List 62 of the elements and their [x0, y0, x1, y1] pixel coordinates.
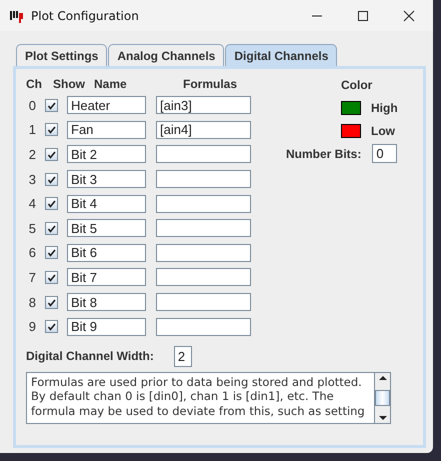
color-swatch[interactable] [341, 124, 361, 138]
tab[interactable]: Plot Settings [16, 44, 108, 66]
name-field[interactable]: Bit 8 [67, 293, 146, 312]
show-checkbox[interactable] [45, 197, 58, 210]
column-header: Ch [25, 77, 43, 91]
formula-field[interactable]: [ain3] [156, 96, 251, 114]
name-field[interactable]: Bit 7 [67, 268, 146, 286]
formula-field[interactable] [156, 194, 251, 213]
name-field[interactable]: Bit 3 [67, 170, 146, 188]
column-header: Formulas [183, 77, 238, 91]
number-bits-field[interactable]: 0 [372, 144, 398, 163]
channel-number: 7 [28, 270, 36, 285]
close-icon[interactable] [403, 10, 415, 22]
channel-width-field[interactable]: 2 [174, 346, 192, 367]
column-header: Show [53, 77, 86, 91]
name-field[interactable]: Bit 2 [67, 145, 146, 164]
channel-number: 0 [28, 98, 36, 113]
formula-field[interactable] [156, 293, 251, 312]
channel-width-label: Digital Channel Width: [26, 349, 154, 364]
formula-field[interactable] [156, 244, 251, 262]
show-checkbox[interactable] [45, 270, 58, 284]
tab[interactable]: Analog Channels [108, 44, 224, 66]
name-field[interactable]: Bit 9 [67, 318, 146, 336]
tab[interactable]: Digital Channels [225, 44, 338, 66]
channel-number: 4 [28, 196, 36, 212]
channel-number: 2 [28, 146, 36, 162]
scrollbar[interactable] [374, 372, 390, 423]
formula-field[interactable] [156, 145, 251, 164]
show-checkbox[interactable] [45, 98, 58, 112]
color-label: High [371, 101, 398, 115]
maximize-icon[interactable] [357, 10, 369, 22]
formula-field[interactable] [156, 219, 251, 238]
channel-number: 1 [28, 122, 36, 138]
formula-field[interactable] [156, 170, 251, 188]
show-checkbox[interactable] [45, 320, 58, 334]
formula-field[interactable] [156, 268, 251, 286]
color-heading: Color [341, 78, 374, 92]
channel-number: 3 [28, 172, 36, 187]
color-swatch[interactable] [341, 101, 361, 115]
name-field[interactable]: Bit 5 [67, 219, 146, 238]
channel-number: 9 [28, 319, 36, 334]
channel-number: 6 [28, 245, 36, 260]
show-checkbox[interactable] [45, 172, 58, 186]
formula-field[interactable] [156, 318, 251, 336]
show-checkbox[interactable] [45, 148, 58, 161]
help-text: Formulas are used prior to data being stored and plotted. By default chan 0 is [din0], chan 1 is [din1], etc. The formula may be used to deviate from this, such as setting [31, 374, 365, 418]
show-checkbox[interactable] [45, 296, 58, 309]
color-label: Low [371, 124, 395, 138]
name-field[interactable]: Bit 6 [67, 244, 146, 262]
window-title: Plot Configuration [31, 8, 139, 22]
name-field[interactable]: Fan [67, 120, 146, 139]
show-checkbox[interactable] [45, 222, 58, 235]
column-header: Name [94, 77, 128, 91]
name-field[interactable]: Bit 4 [67, 194, 146, 213]
formula-field[interactable]: [ain4] [156, 120, 251, 139]
number-bits-label: Number Bits: [286, 146, 362, 160]
channel-number: 8 [28, 294, 36, 310]
show-checkbox[interactable] [45, 246, 58, 260]
channel-number: 5 [28, 220, 36, 236]
help-text-area[interactable]: Formulas are used prior to data being stored and plotted. By default chan 0 is [din0], chan 1 is [din1], etc. The formula may be used to deviate from this, such as setting [26, 372, 391, 424]
show-checkbox[interactable] [45, 123, 58, 136]
name-field[interactable]: Heater [67, 96, 146, 114]
